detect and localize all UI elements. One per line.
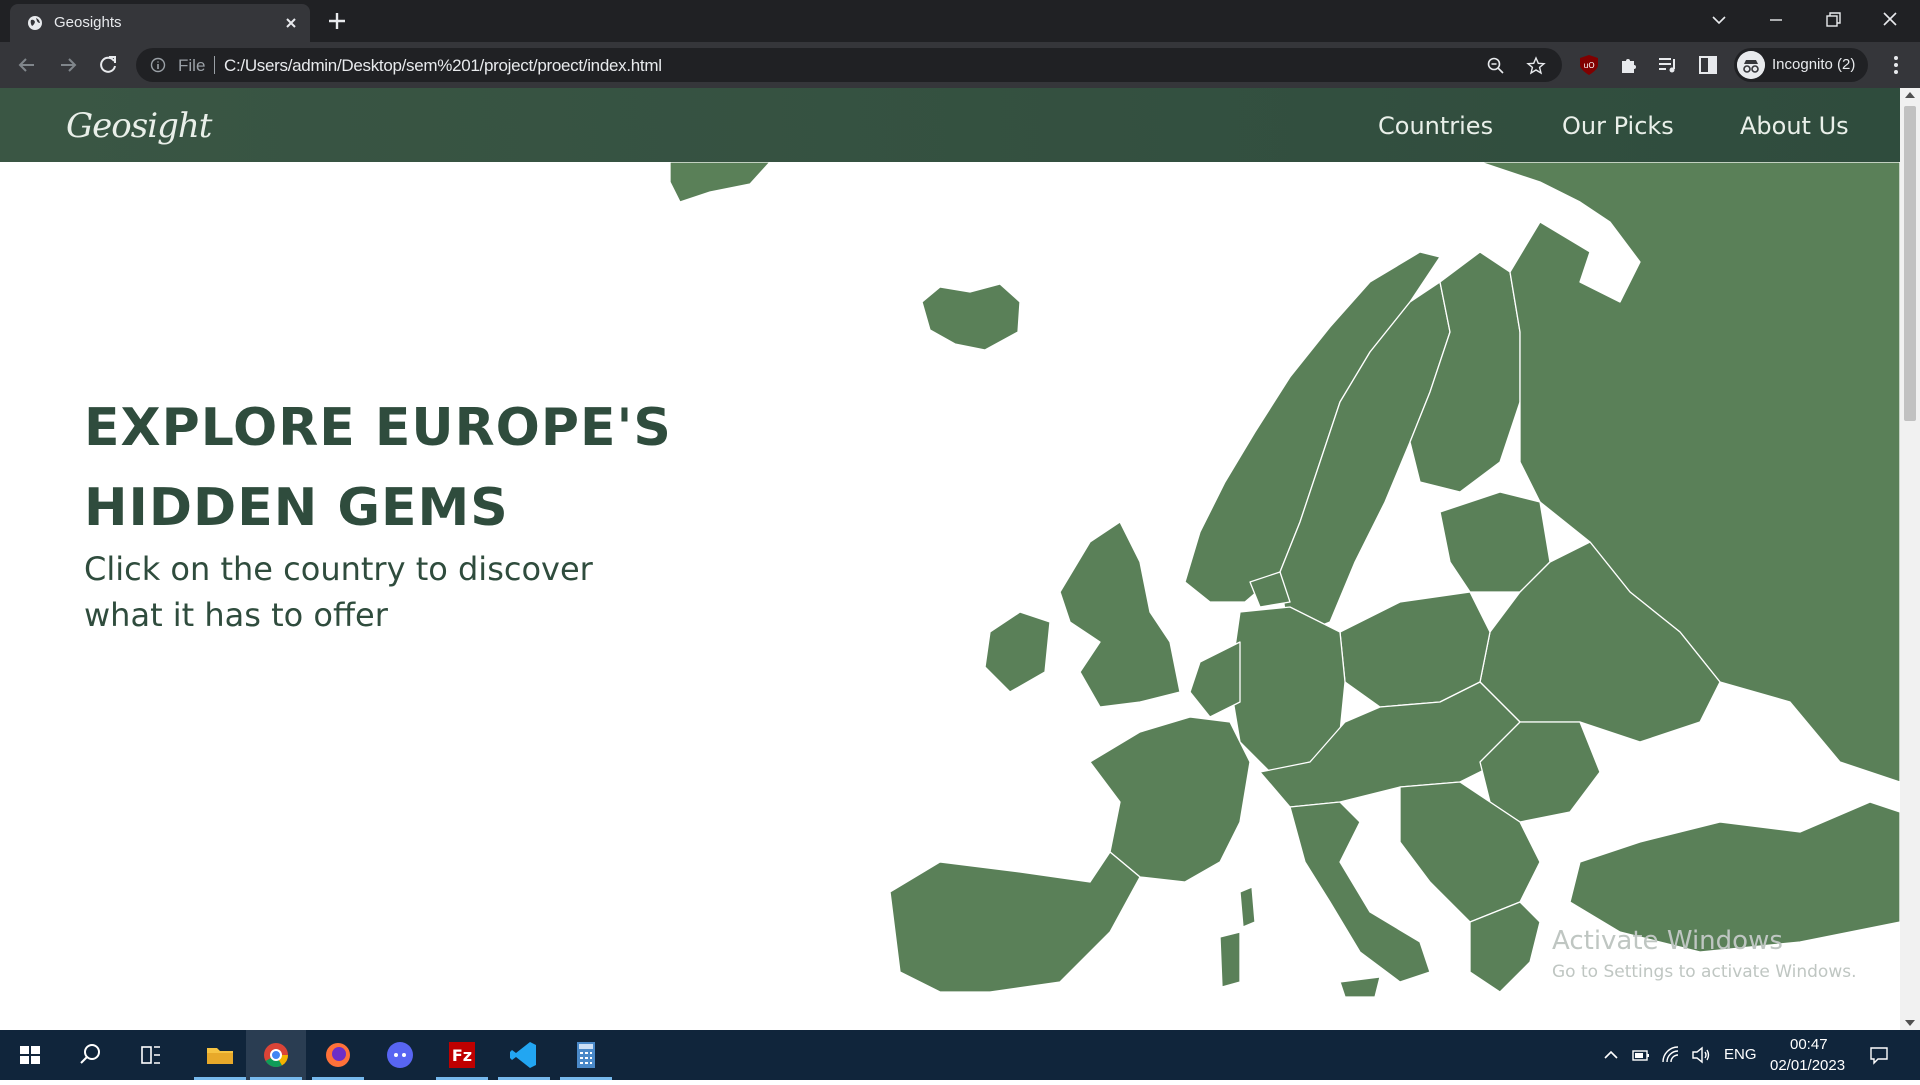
- activate-windows-text: Go to Settings to activate Windows.: [1552, 962, 1857, 982]
- scroll-up-icon[interactable]: [1905, 92, 1915, 98]
- island-corsica: [1239, 886, 1256, 928]
- country-ireland: [984, 611, 1051, 693]
- browser-tabstrip: Geosights: [0, 0, 1920, 42]
- svg-text:uO: uO: [1583, 61, 1594, 70]
- europe-map[interactable]: [640, 162, 1900, 1030]
- browser-toolbar: File C:/Users/admin/Desktop/sem%201/proj…: [0, 42, 1920, 88]
- new-tab-icon[interactable]: [326, 10, 348, 32]
- country-baltics: [1439, 491, 1551, 593]
- show-hidden-icons-icon[interactable]: [1600, 1044, 1622, 1066]
- country-iberia: [889, 851, 1141, 993]
- globe-icon: [28, 16, 42, 30]
- country-greenland: [669, 162, 771, 203]
- clock-time[interactable]: 00:47: [1790, 1036, 1828, 1053]
- filezilla-icon: Fz: [449, 1042, 475, 1068]
- nav-link-our-picks[interactable]: Our Picks: [1562, 112, 1674, 140]
- tab-title: Geosights: [54, 14, 122, 31]
- incognito-icon: [1737, 51, 1765, 79]
- firefox-button[interactable]: [308, 1030, 368, 1080]
- discord-icon: [387, 1042, 413, 1068]
- island-sicily: [1339, 976, 1381, 998]
- incognito-profile-button[interactable]: Incognito (2): [1734, 48, 1868, 82]
- close-window-icon[interactable]: [1876, 8, 1904, 32]
- windows-taskbar: Fz ENG 00:47 02/01/2023: [0, 1030, 1920, 1080]
- file-explorer-button[interactable]: [190, 1030, 250, 1080]
- nav-link-about-us[interactable]: About Us: [1740, 112, 1849, 140]
- nav-link-countries[interactable]: Countries: [1378, 112, 1493, 140]
- back-icon[interactable]: [14, 52, 40, 78]
- firefox-icon: [326, 1043, 350, 1067]
- hero-title-line2: HIDDEN GEMS: [84, 478, 509, 538]
- info-icon[interactable]: [150, 57, 166, 73]
- island-sardinia: [1219, 931, 1241, 988]
- incognito-label: Incognito (2): [1772, 56, 1856, 73]
- filezilla-button[interactable]: Fz: [432, 1030, 492, 1080]
- activate-windows-title: Activate Windows: [1552, 926, 1783, 956]
- file-label: File: [178, 56, 206, 75]
- scroll-down-icon[interactable]: [1905, 1020, 1915, 1026]
- country-iceland: [921, 283, 1021, 351]
- scroll-thumb[interactable]: [1904, 106, 1916, 421]
- url-text[interactable]: C:/Users/admin/Desktop/sem%201/project/p…: [224, 56, 662, 76]
- address-bar[interactable]: File C:/Users/admin/Desktop/sem%201/proj…: [136, 48, 1562, 82]
- battery-icon[interactable]: [1630, 1044, 1652, 1066]
- page-viewport: Geosight Countries Our Picks About Us EX…: [0, 88, 1900, 1030]
- start-icon[interactable]: [0, 1030, 60, 1080]
- clock-date[interactable]: 02/01/2023: [1770, 1057, 1845, 1074]
- reload-icon[interactable]: [95, 52, 121, 78]
- zoom-icon[interactable]: [1486, 56, 1506, 76]
- restore-icon[interactable]: [1819, 8, 1847, 32]
- separator: [214, 56, 215, 74]
- country-benelux: [1189, 641, 1241, 718]
- minimize-icon[interactable]: [1762, 8, 1790, 32]
- vscode-icon: [510, 1042, 536, 1068]
- side-panel-icon[interactable]: [1696, 53, 1720, 77]
- hero-subtitle: Click on the country to discover what it…: [84, 550, 593, 634]
- browser-tab[interactable]: Geosights: [10, 4, 310, 42]
- search-icon[interactable]: [60, 1030, 120, 1080]
- tab-search-icon[interactable]: [1705, 8, 1733, 32]
- language-indicator[interactable]: ENG: [1724, 1046, 1757, 1063]
- discord-button[interactable]: [370, 1030, 430, 1080]
- task-view-icon[interactable]: [120, 1030, 180, 1080]
- hero-title: EXPLORE EUROPE'S HIDDEN GEMS: [84, 388, 704, 548]
- media-controls-icon[interactable]: [1656, 53, 1680, 77]
- extensions-puzzle-icon[interactable]: [1617, 53, 1641, 77]
- chrome-icon: [264, 1043, 288, 1068]
- forward-icon[interactable]: [55, 52, 81, 78]
- hero-title-line1: EXPLORE EUROPE'S: [84, 398, 672, 458]
- svg-text:Fz: Fz: [452, 1046, 472, 1065]
- ublock-icon[interactable]: uO: [1577, 53, 1601, 77]
- chrome-button[interactable]: [246, 1030, 306, 1080]
- country-uk: [1059, 521, 1181, 708]
- notifications-icon[interactable]: [1868, 1044, 1890, 1066]
- bookmark-star-icon[interactable]: [1526, 56, 1546, 76]
- calculator-icon: [577, 1042, 595, 1068]
- calculator-button[interactable]: [556, 1030, 616, 1080]
- site-logo[interactable]: Geosight: [66, 106, 212, 146]
- page-scrollbar[interactable]: [1900, 88, 1920, 1030]
- network-icon[interactable]: [1660, 1044, 1682, 1066]
- browser-menu-icon[interactable]: [1884, 53, 1908, 77]
- file-explorer-icon: [207, 1048, 233, 1064]
- vscode-button[interactable]: [494, 1030, 554, 1080]
- volume-icon[interactable]: [1690, 1044, 1712, 1066]
- site-navbar: Geosight Countries Our Picks About Us: [0, 88, 1900, 162]
- close-tab-icon[interactable]: [282, 14, 300, 32]
